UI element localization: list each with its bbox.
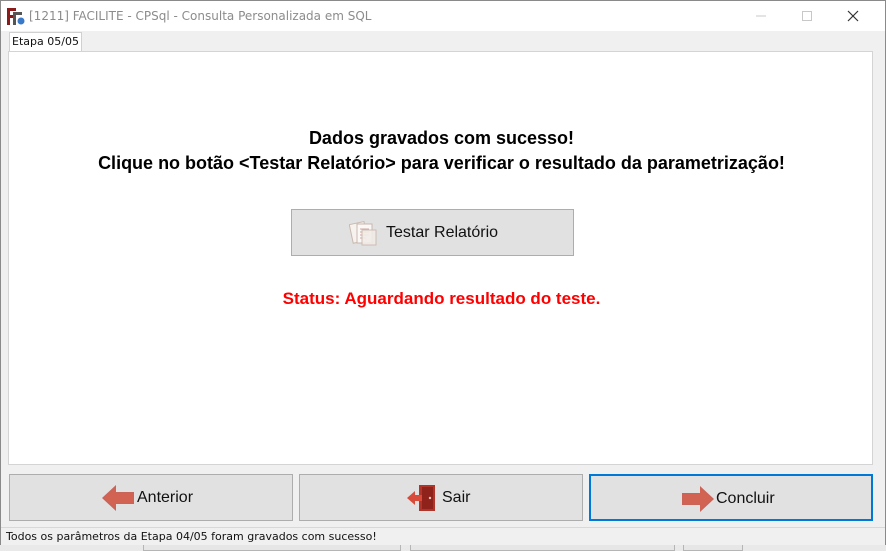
status-text: Status: Aguardando resultado do teste. — [282, 289, 601, 308]
app-icon[interactable] — [7, 8, 25, 25]
close-button[interactable] — [830, 1, 876, 31]
arrow-right-icon — [680, 484, 716, 519]
exit-label: Sair — [442, 489, 471, 506]
exit-button[interactable]: Sair — [299, 474, 583, 521]
maximize-icon — [802, 11, 812, 21]
test-report-button[interactable]: Testar Relatório — [291, 209, 574, 256]
wizard-panel: Dados gravados com sucesso! Clique no bo… — [8, 51, 873, 465]
documents-icon — [348, 219, 379, 247]
maximize-button[interactable] — [784, 1, 830, 31]
instruction-message: Clique no botão <Testar Relatório> para … — [98, 153, 785, 173]
finish-button[interactable]: Concluir — [589, 474, 873, 521]
window-title: [1211] FACILITE - CPSql - Consulta Perso… — [29, 9, 372, 23]
title-bar[interactable]: [1211] FACILITE - CPSql - Consulta Perso… — [1, 1, 885, 31]
test-report-label: Testar Relatório — [386, 224, 499, 241]
background-window-edge — [0, 545, 886, 551]
previous-button[interactable]: Anterior — [9, 474, 293, 521]
minimize-button[interactable] — [738, 1, 784, 31]
success-message: Dados gravados com sucesso! — [308, 128, 575, 148]
close-icon — [847, 10, 859, 22]
previous-label: Anterior — [137, 489, 194, 506]
exit-door-icon — [406, 483, 438, 518]
finish-label: Concluir — [716, 490, 775, 507]
tab-etapa-05[interactable]: Etapa 05/05 — [9, 32, 82, 52]
minimize-icon — [756, 15, 766, 17]
main-window: [1211] FACILITE - CPSql - Consulta Perso… — [0, 0, 886, 545]
status-bar: Todos os parâmetros da Etapa 04/05 foram… — [1, 527, 885, 545]
arrow-left-icon — [100, 483, 136, 518]
